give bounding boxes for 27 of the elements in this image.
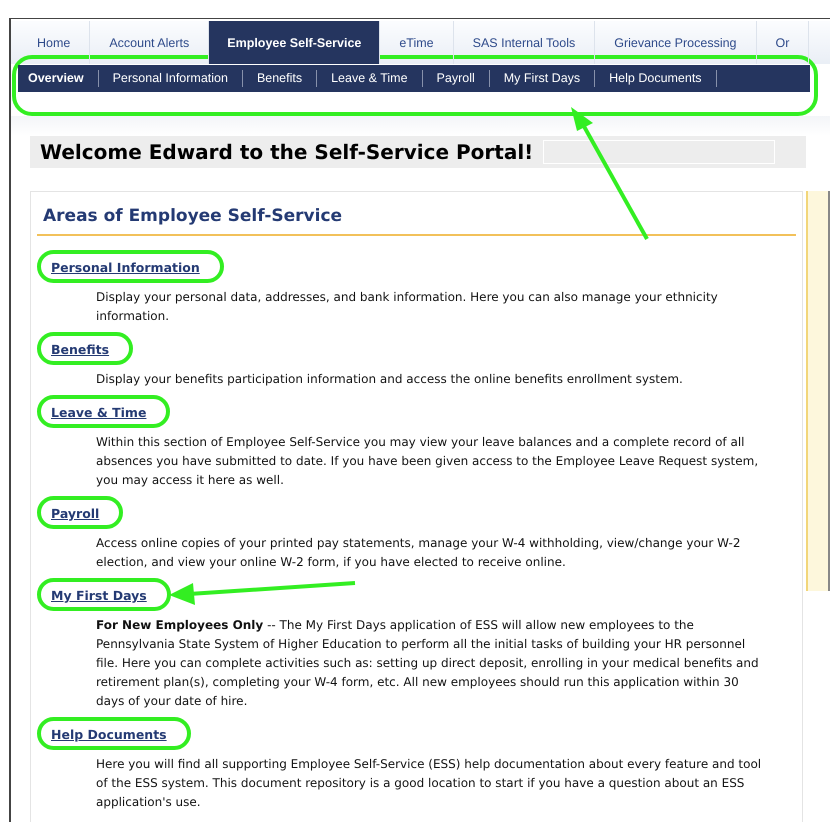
sub-nav-link[interactable]: My First Days — [490, 70, 596, 87]
section-description: Access online copies of your printed pay statements, manage your W-4 withholding, view/change your W-2 election, and view your online W-2 form, if you have elected to receive online. — [95, 535, 742, 571]
section-link[interactable]: Benefits — [51, 342, 110, 357]
sub-nav-link[interactable]: Overview — [18, 70, 99, 87]
section-description: Within this section of Employee Self-Service you may view your leave balances and a complete record of all absences you have submitted to date. If you have been given access to the Employee Leave Request system, you may access it here as well. — [95, 434, 760, 489]
nav-tab[interactable]: eTime — [380, 21, 454, 64]
section-link[interactable]: Leave & Time — [51, 405, 146, 420]
section-description: Display your benefits participation information and access the online benefits enrollment system. — [95, 371, 684, 388]
sub-nav-link[interactable]: Payroll — [422, 70, 490, 87]
sub-nav-link[interactable]: Leave & Time — [317, 70, 423, 87]
nav-tab[interactable]: Employee Self-Service — [209, 21, 380, 64]
section-heading: Areas of Employee Self-Service — [37, 202, 796, 236]
nav-tab[interactable]: SAS Internal Tools — [454, 21, 596, 64]
nav-tab[interactable]: Home — [18, 21, 90, 64]
sub-nav-link[interactable]: Benefits — [242, 70, 318, 87]
section-link[interactable]: Payroll — [51, 506, 100, 521]
section-description: Here you will find all supporting Employee Self-Service (ESS) help documentation about every feature and tool of the ESS system. This document repository is a good location to start if you have a question about an ESS application's use. — [95, 756, 762, 811]
section-description: For New Employees Only -- The My First Days application of ESS will allow new employees to the Pennsylvania State System of Higher Education to perform all the initial tasks of building your HR personnel file. Here you can complete activities such as: setting up direct deposit, enrolling in your medical benefits and retirement plan(s), completing your W-4 form, etc. All new employees should run this application within 30 days of your date of hire. — [95, 617, 760, 710]
sub-nav-link[interactable]: Personal Information — [98, 70, 243, 87]
welcome-title: Welcome Edward to the Self-Service Portal! — [40, 140, 534, 164]
section-link[interactable]: Personal Information — [51, 260, 200, 275]
nav-tab[interactable]: Grievance Processing — [595, 21, 757, 64]
sub-nav-link[interactable]: Help Documents — [595, 70, 717, 87]
section-link[interactable]: Help Documents — [51, 727, 167, 742]
section-description: Display your personal data, addresses, and bank information. Here you can also manage your ethnicity information. — [95, 289, 719, 325]
section-link[interactable]: My First Days — [51, 588, 147, 603]
nav-tab[interactable]: Or — [756, 21, 810, 64]
